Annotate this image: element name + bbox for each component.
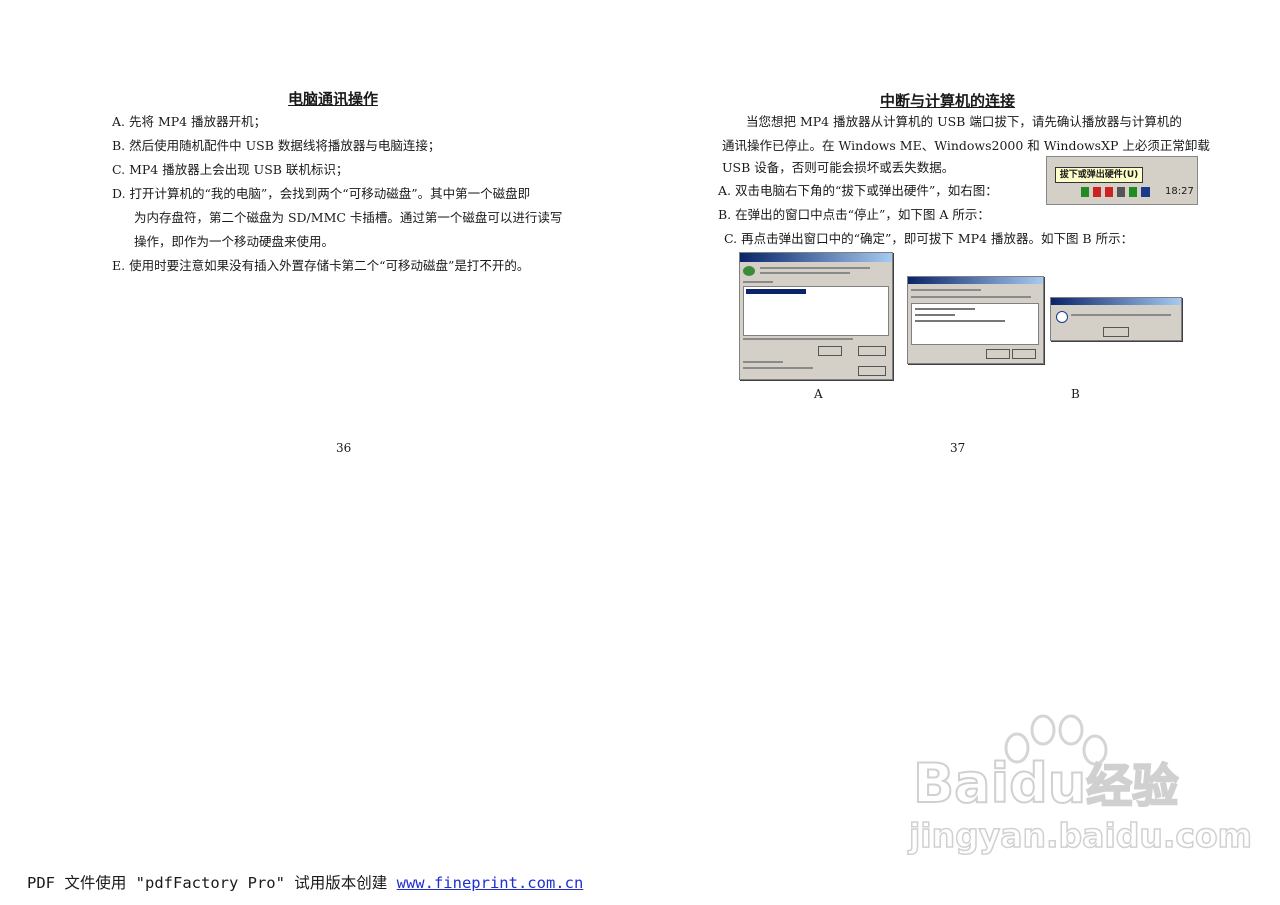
para-line-3: USB 设备，否则可能会损坏或丢失数据。: [722, 160, 955, 175]
tray-screenshot: 拔下或弹出硬件(U) 18:27: [1046, 156, 1198, 205]
ime-icon: [1141, 187, 1150, 197]
step-e: E. 使用时要注意如果没有插入外置存储卡第二个“可移动磁盘”是打不开的。: [112, 258, 530, 273]
baidu-watermark: Baidu经验 jingyan.baidu.com: [905, 700, 1253, 860]
left-page-number: 36: [336, 441, 352, 455]
screenshot-b-confirm-dialog: [1050, 297, 1182, 341]
footer-text: PDF 文件使用 "pdfFactory Pro" 试用版本创建: [27, 874, 397, 892]
volume-icon: [1105, 187, 1113, 197]
pdf-footer: PDF 文件使用 "pdfFactory Pro" 试用版本创建 www.fin…: [27, 871, 583, 893]
watermark-brand-du: du: [1008, 751, 1087, 816]
caption-b: B: [1071, 387, 1080, 401]
network-icon: [1093, 187, 1101, 197]
right-page-number: 37: [950, 441, 966, 455]
tray-menu-label: 拔下或弹出硬件(U): [1055, 167, 1143, 183]
instruction-b: B. 在弹出的窗口中点击“停止”，如下图 A 所示：: [718, 207, 990, 222]
info-icon: [1056, 311, 1068, 323]
watermark-brand: Bai: [912, 751, 1010, 816]
left-page-title: 电脑通讯操作: [288, 90, 379, 108]
step-d: D. 打开计算机的“我的电脑”，会找到两个“可移动磁盘”。其中第一个磁盘即: [112, 186, 531, 201]
step-b: B. 然后使用随机配件中 USB 数据线将播放器与电脑连接；: [112, 138, 441, 153]
para-line-2: 通讯操作已停止。在 Windows ME、Windows2000 和 Windo…: [722, 138, 1210, 153]
tray-clock: 18:27: [1165, 186, 1194, 197]
step-c: C. MP4 播放器上会出现 USB 联机标识；: [112, 162, 349, 177]
screenshot-b-stop-dialog: [907, 276, 1044, 364]
usb-icon: [1081, 187, 1089, 197]
instruction-c: C. 再点击弹出窗口中的“确定”，即可拔下 MP4 播放器。如下图 B 所示：: [724, 231, 1134, 246]
step-d-cont-2: 操作，即作为一个移动硬盘来使用。: [134, 234, 335, 249]
caption-a: A: [814, 387, 823, 401]
step-a: A. 先将 MP4 播放器开机；: [112, 114, 267, 129]
watermark-url: jingyan.baidu.com: [908, 815, 1253, 856]
watermark-brand-cn: 经验: [1085, 758, 1179, 814]
tray-icon: [1129, 187, 1137, 197]
para-line-1: 当您想把 MP4 播放器从计算机的 USB 端口拔下，请先确认播放器与计算机的: [746, 114, 1182, 129]
right-page-title: 中断与计算机的连接: [880, 92, 1016, 110]
step-d-cont-1: 为内存盘符，第二个磁盘为 SD/MMC 卡插槽。通过第一个磁盘可以进行读写: [134, 210, 563, 225]
instruction-a: A. 双击电脑右下角的“拔下或弹出硬件”，如右图：: [718, 183, 998, 198]
eject-icon: [1117, 187, 1125, 197]
screenshot-a: [739, 252, 893, 380]
hardware-icon: [743, 266, 755, 276]
fineprint-link[interactable]: www.fineprint.com.cn: [397, 874, 584, 892]
